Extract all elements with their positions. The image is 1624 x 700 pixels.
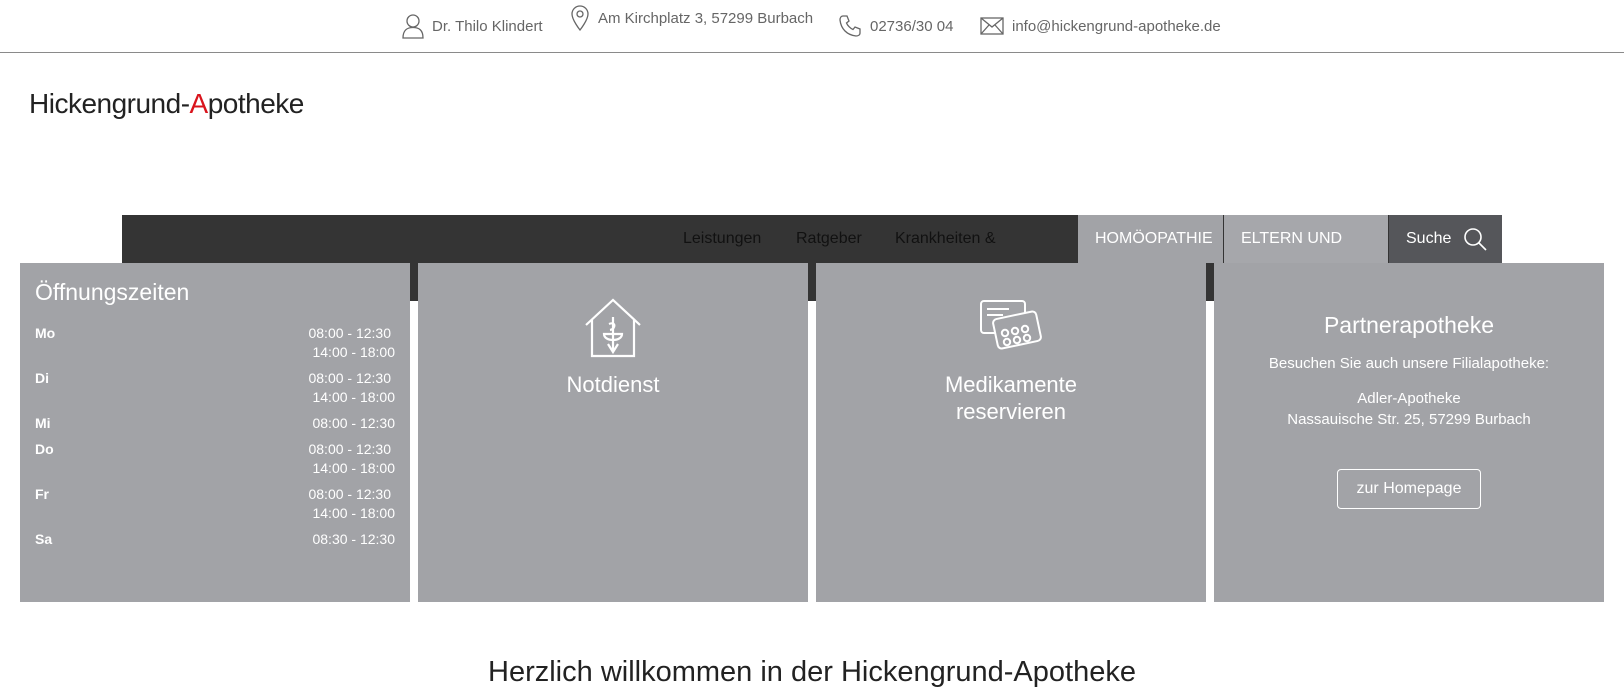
nav-tab-homoeopathie[interactable]: HOMÖOPATHIE (1078, 215, 1223, 263)
hours-time: 08:00 - 12:30 (308, 441, 391, 457)
hours-day: Di (35, 370, 49, 386)
hours-time: 08:00 - 12:30 (308, 486, 391, 502)
pharmacy-house-icon (585, 298, 641, 358)
owner-name: Dr. Thilo Klindert (432, 17, 543, 35)
contact-bar: Dr. Thilo Klindert Am Kirchplatz 3, 5729… (0, 0, 1624, 53)
logo-text-red: A (189, 88, 209, 119)
envelope-icon (980, 17, 1004, 35)
logo-text-2: potheke (207, 88, 305, 119)
contact-address: Am Kirchplatz 3, 57299 Burbach (570, 0, 813, 44)
hours-time: 14:00 - 18:00 (312, 389, 395, 405)
reservieren-tile[interactable]: Medikamente reservieren (816, 263, 1206, 602)
hours-time: 14:00 - 18:00 (312, 344, 395, 360)
person-icon (402, 14, 424, 39)
reservieren-label-line1: Medikamente (944, 372, 1078, 397)
contact-phone[interactable]: 02736/30 04 (838, 0, 953, 52)
logo-text-1: Hickengrund- (29, 88, 190, 119)
site-logo[interactable]: Hickengrund-Apotheke (29, 88, 304, 120)
partner-homepage-button[interactable]: zur Homepage (1337, 469, 1481, 509)
hours-day: Sa (35, 531, 53, 547)
partner-title: Partnerapotheke (1323, 312, 1495, 338)
hours-day: Fr (35, 486, 49, 502)
nav-tab-eltern-label: ELTERN UND (1241, 230, 1343, 247)
partner-intro: Besuchen Sie auch unsere Filialapotheke: (1268, 355, 1550, 372)
hours-time: 08:00 - 12:30 (308, 370, 391, 386)
reservieren-label: Medikamente reservieren (816, 371, 1206, 425)
contact-owner: Dr. Thilo Klindert (402, 0, 543, 52)
contact-email[interactable]: info@hickengrund-apotheke.de (980, 0, 1221, 52)
opening-hours-panel: Öffnungszeiten Mo 08:00 - 12:30 14:00 - … (20, 263, 410, 602)
search-label: Suche (1406, 230, 1452, 247)
reservieren-label-line2: reservieren (955, 399, 1067, 424)
partner-address: Nassauische Str. 25, 57299 Burbach (1287, 411, 1531, 428)
hours-time: 08:00 - 12:30 (312, 415, 395, 431)
hours-day: Do (35, 441, 54, 457)
hours-day: Mo (35, 325, 56, 341)
hours-time: 14:00 - 18:00 (312, 505, 395, 521)
welcome-heading: Herzlich willkommen in der Hickengrund-A… (488, 656, 1136, 688)
pill-blister-icon (980, 300, 1042, 350)
hours-time: 08:00 - 12:30 (308, 325, 391, 341)
opening-hours-title: Öffnungszeiten (35, 279, 190, 305)
phone-icon (839, 15, 861, 37)
nav-ratgeber[interactable]: Ratgeber (796, 215, 862, 263)
notdienst-label: Notdienst (566, 372, 660, 397)
nav-tab-homoeopathie-label: HOMÖOPATHIE (1095, 230, 1213, 247)
hours-time: 08:30 - 12:30 (312, 531, 395, 547)
email-address[interactable]: info@hickengrund-apotheke.de (1012, 18, 1221, 35)
hours-day: Mi (35, 415, 51, 431)
location-pin-icon (571, 5, 589, 31)
phone-number[interactable]: 02736/30 04 (870, 18, 953, 35)
search-icon (1464, 228, 1487, 251)
hours-time: 14:00 - 18:00 (312, 460, 395, 476)
nav-tab-eltern[interactable]: ELTERN UND (1224, 215, 1388, 263)
address-text: Am Kirchplatz 3, 57299 Burbach (598, 9, 814, 27)
notdienst-tile[interactable]: Notdienst (418, 263, 808, 602)
partner-name: Adler-Apotheke (1357, 390, 1461, 407)
nav-krankheiten[interactable]: Krankheiten & (895, 215, 996, 263)
nav-leistungen[interactable]: Leistungen (683, 215, 761, 263)
partner-panel: Partnerapotheke Besuchen Sie auch unsere… (1214, 263, 1604, 602)
search-button[interactable]: Suche (1389, 215, 1502, 263)
